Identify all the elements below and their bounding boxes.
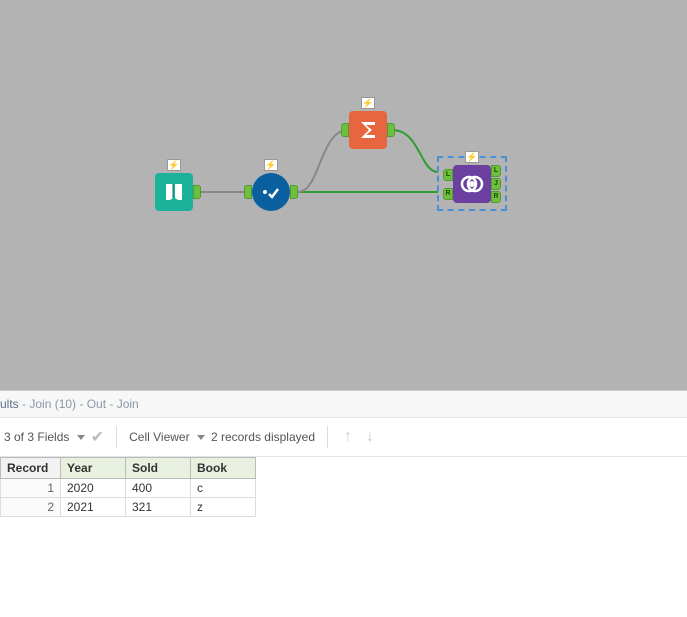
cell-sold: 400	[126, 479, 191, 498]
join-icon	[460, 172, 484, 196]
up-arrow-button[interactable]: ↑	[340, 428, 356, 446]
anchor-input[interactable]	[244, 185, 252, 199]
column-header-book[interactable]: Book	[191, 458, 256, 479]
chevron-down-icon	[77, 435, 85, 440]
separator	[116, 426, 117, 448]
join-output-anchors: L J R	[491, 165, 501, 203]
column-header-sold[interactable]: Sold	[126, 458, 191, 479]
cell-record: 2	[1, 498, 61, 517]
cell-year: 2021	[61, 498, 126, 517]
book-icon	[162, 180, 186, 204]
breadcrumb-prefix: ults	[0, 397, 19, 411]
cell-sold: 321	[126, 498, 191, 517]
table-header-row: Record Year Sold Book	[1, 458, 256, 479]
fields-dropdown[interactable]: 3 of 3 Fields	[4, 430, 85, 444]
lightning-icon: ⚡	[361, 97, 375, 109]
breadcrumb-path: - Join (10) - Out - Join	[19, 397, 139, 411]
results-panel: ults - Join (10) - Out - Join 3 of 3 Fie…	[0, 390, 687, 617]
lightning-icon: ⚡	[167, 159, 181, 171]
fields-count-label: 3 of 3 Fields	[4, 430, 69, 444]
lightning-icon: ⚡	[465, 151, 479, 163]
separator	[327, 426, 328, 448]
cell-book: z	[191, 498, 256, 517]
anchor-output[interactable]	[290, 185, 298, 199]
table-row[interactable]: 2 2021 321 z	[1, 498, 256, 517]
results-grid[interactable]: Record Year Sold Book 1 2020 400 c 2	[0, 457, 687, 517]
cell-viewer-label: Cell Viewer	[129, 430, 189, 444]
cell-book: c	[191, 479, 256, 498]
sigma-icon	[356, 118, 380, 142]
column-header-year[interactable]: Year	[61, 458, 126, 479]
chevron-down-icon	[197, 435, 205, 440]
node-select[interactable]: ⚡	[252, 173, 290, 211]
records-displayed-label: 2 records displayed	[211, 430, 315, 444]
cell-record: 1	[1, 479, 61, 498]
anchor-input[interactable]	[341, 123, 349, 137]
connection-wires	[0, 0, 687, 390]
table-row[interactable]: 1 2020 400 c	[1, 479, 256, 498]
anchor-output-J[interactable]: J	[491, 178, 501, 190]
anchor-output[interactable]	[193, 185, 201, 199]
down-arrow-button[interactable]: ↓	[362, 428, 378, 446]
select-icon	[259, 180, 283, 204]
lightning-icon: ⚡	[264, 159, 278, 171]
anchor-output-R[interactable]: R	[491, 191, 501, 203]
join-input-anchors: L R	[443, 165, 453, 203]
column-header-record[interactable]: Record	[1, 458, 61, 479]
node-summarize[interactable]: ⚡	[349, 111, 387, 149]
anchor-output[interactable]	[387, 123, 395, 137]
anchor-output-L[interactable]: L	[491, 165, 501, 177]
anchor-input-L[interactable]: L	[443, 169, 453, 181]
results-toolbar: 3 of 3 Fields ✔ Cell Viewer 2 records di…	[0, 417, 687, 457]
check-icon[interactable]: ✔	[91, 427, 104, 447]
workflow-canvas[interactable]: ⚡ ⚡ ⚡ ⚡ L R	[0, 0, 687, 390]
cell-year: 2020	[61, 479, 126, 498]
anchor-input-R[interactable]: R	[443, 188, 453, 200]
node-join[interactable]: ⚡ L R L J R	[453, 165, 491, 203]
cell-viewer-dropdown[interactable]: Cell Viewer	[129, 430, 205, 444]
results-breadcrumb: ults - Join (10) - Out - Join	[0, 391, 687, 417]
node-input-data[interactable]: ⚡	[155, 173, 193, 211]
